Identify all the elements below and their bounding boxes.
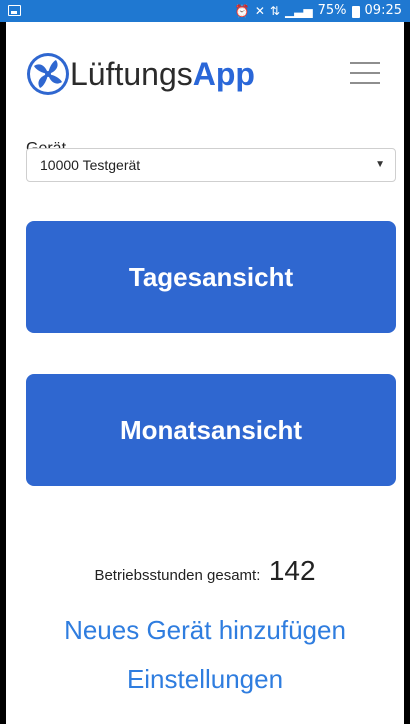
battery-percent: 75% <box>317 3 347 18</box>
operating-hours: Betriebsstunden gesamt: 142 <box>6 555 404 587</box>
status-icons: ⏰ ✕ ⇅ ▁▃▅ 75% 09:25 <box>235 0 402 22</box>
brand-logo-text: LüftungsApp <box>70 52 255 96</box>
chevron-down-icon: ▼ <box>375 159 385 170</box>
month-view-button[interactable]: Monatsansicht <box>26 374 396 486</box>
hamburger-menu-icon[interactable] <box>350 62 380 84</box>
signal-icon: ▁▃▅ <box>284 4 313 18</box>
alarm-icon: ⏰ <box>234 4 250 18</box>
wifi-icon: ⇅ <box>269 4 280 18</box>
operating-hours-value: 142 <box>268 555 316 586</box>
operating-hours-label: Betriebsstunden gesamt: <box>94 567 261 584</box>
brand-light: Lüftungs <box>70 56 193 92</box>
status-time: 09:25 <box>364 3 402 18</box>
device-select-value: 10000 Testgerät <box>40 157 141 173</box>
add-device-link[interactable]: Neues Gerät hinzufügen <box>6 615 404 646</box>
day-view-button[interactable]: Tagesansicht <box>26 221 396 333</box>
device-select[interactable]: 10000 Testgerät ▼ <box>26 148 396 182</box>
brand-bold: App <box>192 56 255 92</box>
app-header: LüftungsApp <box>6 22 404 108</box>
battery-icon <box>351 5 360 18</box>
app-screen: LüftungsApp Gerät 10000 Testgerät ▼ Tage… <box>6 22 404 724</box>
settings-link[interactable]: Einstellungen <box>6 664 404 695</box>
fan-icon <box>27 53 69 95</box>
mute-icon: ✕ <box>254 4 265 18</box>
image-icon <box>8 5 21 16</box>
status-bar: ⏰ ✕ ⇅ ▁▃▅ 75% 09:25 <box>0 0 410 22</box>
